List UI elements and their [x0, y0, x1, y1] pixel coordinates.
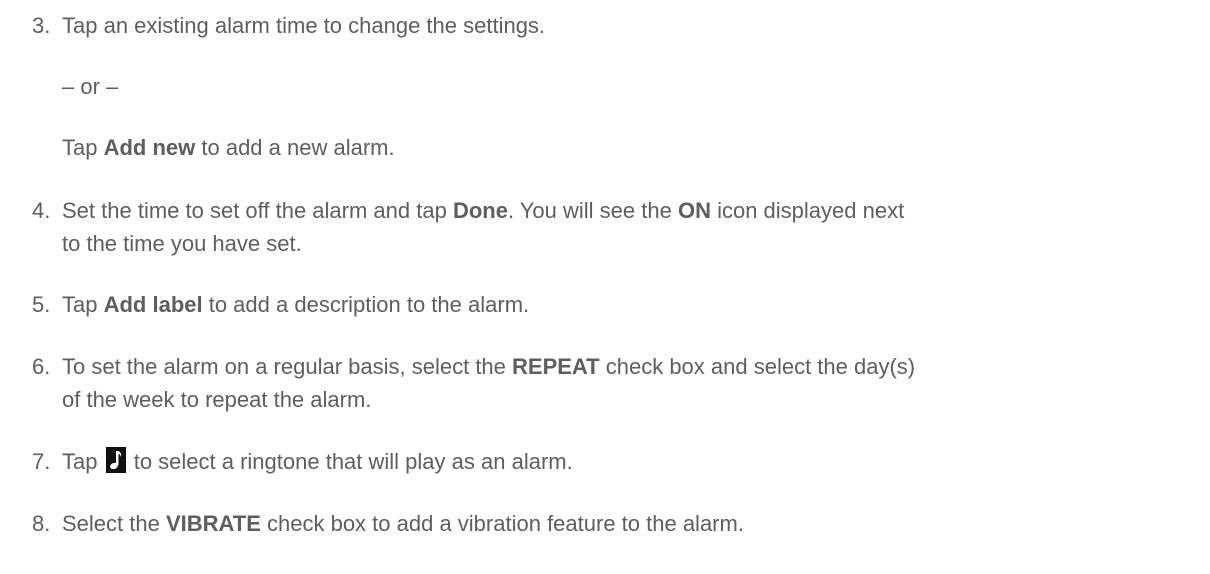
step-text: Set the time to set off the alarm and ta… [62, 198, 905, 223]
step-number: 7. [32, 449, 51, 474]
repeat-label: REPEAT [512, 354, 600, 379]
step-text: To set the alarm on a regular basis, sel… [62, 354, 916, 379]
step-number: 6. [32, 354, 51, 379]
done-label: Done [452, 198, 508, 223]
step-number: 8. [32, 511, 51, 536]
step-text: Select the VIBRATE check box to add a vi… [62, 511, 744, 536]
step-text: Tap Add label to add a description to th… [62, 292, 530, 317]
step-text: Tap to select a ringtone that will play … [62, 447, 573, 474]
step-number: 5. [32, 292, 51, 317]
vibrate-label: VIBRATE [165, 511, 261, 536]
add-new-label: Add new [103, 135, 196, 160]
music-note-icon [105, 447, 126, 473]
step-number: 4. [32, 198, 51, 223]
step-text: Tap Add new to add a new alarm. [62, 135, 395, 160]
add-label-label: Add label [103, 292, 203, 317]
or-text: – or – [62, 74, 119, 99]
instructions-document: 3. Tap an existing alarm time to change … [0, 0, 1210, 574]
step-number: 3. [32, 13, 51, 38]
step-text-continued: to the time you have set. [62, 231, 302, 256]
step-text-continued: of the week to repeat the alarm. [62, 387, 372, 412]
on-label: ON [677, 198, 711, 223]
step-text: Tap an existing alarm time to change the… [62, 13, 546, 38]
